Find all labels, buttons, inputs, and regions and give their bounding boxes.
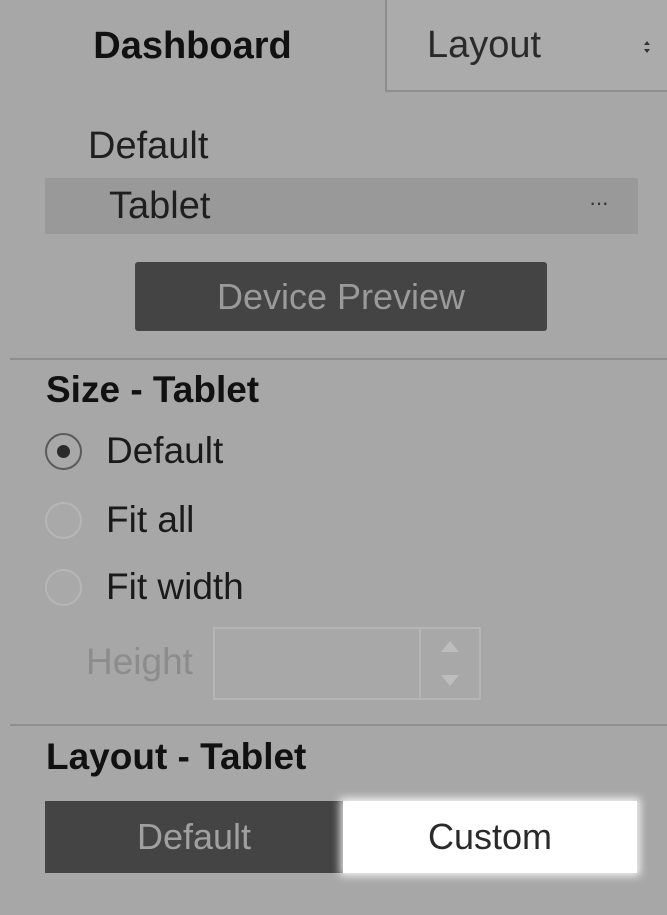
stepper-down-icon[interactable]	[441, 675, 459, 686]
sort-arrows-icon	[644, 41, 650, 53]
height-input[interactable]	[213, 627, 481, 700]
more-options-icon[interactable]: ···	[589, 190, 609, 216]
tab-dashboard-label: Dashboard	[93, 25, 292, 67]
radio-size-fit-all[interactable]: Fit all	[45, 496, 194, 544]
device-item-tablet[interactable]: Tablet ···	[45, 178, 638, 234]
tab-bar: Dashboard Layout	[0, 0, 667, 93]
stepper-up-icon[interactable]	[441, 641, 459, 652]
device-item-tablet-label: Tablet	[109, 184, 211, 227]
tab-dashboard[interactable]: Dashboard	[0, 0, 385, 93]
radio-checked-icon	[45, 432, 82, 470]
radio-unchecked-icon	[45, 568, 82, 606]
height-stepper[interactable]	[419, 629, 479, 698]
radio-size-fit-width[interactable]: Fit width	[45, 563, 244, 611]
device-preview-button[interactable]: Device Preview	[135, 262, 547, 331]
layout-default-button[interactable]: Default	[45, 801, 343, 873]
layout-custom-button[interactable]: Custom	[343, 801, 637, 873]
radio-label: Fit width	[106, 566, 244, 607]
size-section-title: Size - Tablet	[46, 369, 260, 410]
tab-layout[interactable]: Layout	[385, 0, 667, 92]
layout-segmented-control: Default Custom	[45, 801, 637, 873]
tab-layout-label: Layout	[427, 23, 542, 66]
device-item-default[interactable]: Default	[88, 125, 208, 168]
height-label: Height	[86, 641, 193, 682]
divider	[10, 724, 667, 726]
radio-label: Fit all	[106, 499, 195, 540]
radio-unchecked-icon	[45, 501, 82, 539]
radio-label: Default	[106, 430, 224, 471]
layout-section-title: Layout - Tablet	[46, 736, 307, 777]
dashboard-panel: Dashboard Layout Default Tablet ··· Devi…	[0, 0, 667, 915]
divider	[10, 358, 667, 360]
radio-size-default[interactable]: Default	[45, 427, 223, 475]
